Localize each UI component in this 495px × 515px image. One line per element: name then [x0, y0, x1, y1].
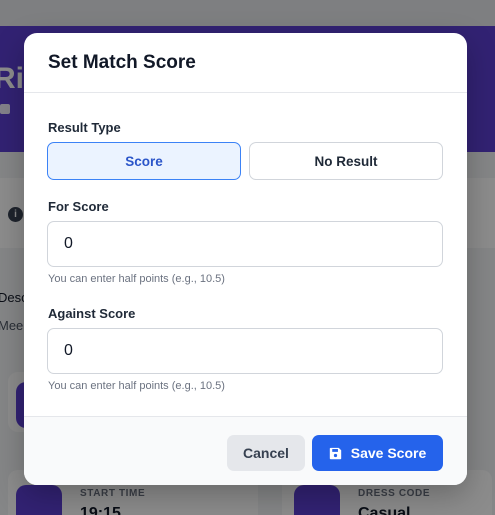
against-score-input[interactable]	[47, 328, 443, 374]
for-score-hint: You can enter half points (e.g., 10.5)	[48, 273, 225, 285]
result-type-score-button[interactable]: Score	[47, 142, 241, 180]
modal-header: Set Match Score	[24, 33, 467, 93]
save-score-label: Save Score	[350, 445, 427, 461]
result-type-toggle: Score No Result	[47, 142, 443, 180]
against-score-label: Against Score	[48, 306, 136, 321]
modal-footer: Cancel Save Score	[24, 416, 467, 485]
save-score-button[interactable]: Save Score	[312, 435, 443, 471]
floppy-disk-icon	[329, 447, 341, 459]
modal-title: Set Match Score	[48, 51, 196, 73]
cancel-button[interactable]: Cancel	[227, 435, 305, 471]
against-score-hint: You can enter half points (e.g., 10.5)	[48, 380, 225, 392]
for-score-input[interactable]	[47, 221, 443, 267]
result-type-no-result-button[interactable]: No Result	[249, 142, 443, 180]
set-score-modal: Set Match Score Result Type Score No Res…	[24, 33, 467, 485]
result-type-label: Result Type	[48, 120, 121, 135]
for-score-label: For Score	[48, 199, 109, 214]
